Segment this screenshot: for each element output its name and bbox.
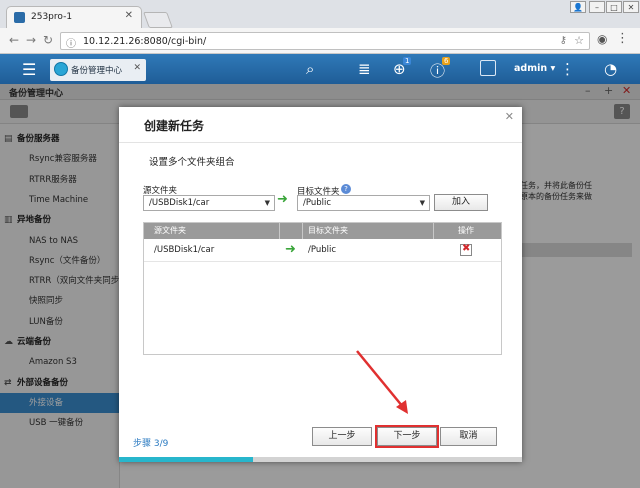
url-text: 10.12.21.26:8080/cgi-bin/	[83, 36, 207, 47]
chevron-down-icon: ▼	[419, 199, 425, 207]
hamburger-menu-icon[interactable]: ☰	[22, 60, 36, 79]
new-tab-button[interactable]	[143, 12, 173, 28]
table-header: 源文件夹 目标文件夹 操作	[144, 223, 501, 239]
close-tab-icon[interactable]: ✕	[125, 10, 133, 21]
dialog-header: 创建新任务 ✕	[119, 107, 522, 143]
dialog-close-icon[interactable]: ✕	[505, 110, 514, 123]
more-options-icon[interactable]: ⋮	[560, 60, 575, 78]
browser-tab[interactable]: 253pro-1 ✕	[6, 6, 142, 28]
forward-icon[interactable]: →	[26, 33, 36, 47]
reload-icon[interactable]: ↻	[43, 33, 53, 47]
next-button[interactable]: 下一步	[375, 425, 439, 448]
user-profile-icon[interactable]: 👤	[570, 1, 586, 13]
delete-x-icon: ✖	[462, 243, 471, 254]
target-folder-select[interactable]: /Public ▼	[297, 195, 430, 211]
chevron-down-icon: ▼	[264, 199, 270, 207]
tasks-stack-icon[interactable]: ≣	[358, 60, 371, 78]
progress-fill	[119, 457, 254, 462]
previous-button[interactable]: 上一步	[312, 427, 372, 446]
browser-tab-strip: 253pro-1 ✕ 👤 – □ ✕	[0, 0, 640, 28]
close-app-tab-icon[interactable]: ✕	[133, 63, 141, 73]
row-target: /Public	[308, 245, 337, 255]
minimize-icon[interactable]: –	[589, 1, 605, 13]
site-favicon-icon	[14, 12, 25, 23]
header-separator	[302, 223, 303, 239]
maximize-icon[interactable]: □	[606, 1, 622, 13]
step-indicator: 步骤 3/9	[133, 439, 169, 449]
dialog-title: 创建新任务	[144, 119, 205, 133]
header-source: 源文件夹	[154, 226, 186, 235]
add-button[interactable]: 加入	[434, 194, 488, 211]
info-badge: 6	[442, 57, 451, 65]
header-action: 操作	[458, 226, 474, 235]
folder-pairs-table: 源文件夹 目标文件夹 操作 /USBDisk1/car ➜ /Public ✖	[143, 222, 502, 355]
username-menu[interactable]: admin ▾	[514, 63, 555, 74]
extension-icon[interactable]: ◉	[597, 32, 607, 46]
address-bar: ← → ↻ ⓘ 10.12.21.26:8080/cgi-bin/ ⚷ ☆ ◉ …	[0, 28, 640, 54]
close-window-icon[interactable]: ✕	[623, 1, 639, 13]
dialog-subtitle: 设置多个文件夹组合	[149, 157, 235, 168]
page-info-icon[interactable]: ⓘ	[66, 35, 76, 50]
back-icon[interactable]: ←	[9, 33, 19, 47]
source-folder-value: /USBDisk1/car	[149, 198, 210, 208]
arrow-right-icon: ➜	[277, 192, 288, 207]
header-separator	[279, 223, 280, 239]
app-window-tab-label: 备份管理中心	[71, 66, 123, 76]
create-task-dialog: 创建新任务 ✕ 设置多个文件夹组合 源文件夹 /USBDisk1/car ▼ ➜…	[119, 107, 522, 462]
updates-icon[interactable]: ⊕ 1	[393, 57, 412, 78]
target-folder-value: /Public	[303, 198, 332, 208]
backup-station-icon	[54, 62, 68, 76]
delete-row-button[interactable]: ✖	[460, 243, 472, 256]
search-icon[interactable]: ⌕	[306, 60, 314, 78]
help-icon[interactable]: ?	[341, 184, 351, 194]
table-row[interactable]: /USBDisk1/car ➜ /Public ✖	[144, 240, 501, 262]
header-separator	[433, 223, 434, 239]
row-source: /USBDisk1/car	[154, 245, 215, 255]
key-icon[interactable]: ⚷	[560, 35, 567, 46]
progress-bar	[119, 457, 522, 462]
updates-badge: 1	[403, 57, 412, 65]
app-header: ☰ 备份管理中心 ✕ ⌕ ≣ ⊕ 1 ⓘ 6 admin ▾ ⋮ ◔	[0, 54, 640, 84]
info-icon[interactable]: ⓘ 6	[430, 57, 451, 81]
username-label: admin	[514, 63, 548, 74]
arrow-right-icon: ➜	[285, 242, 296, 257]
source-folder-select[interactable]: /USBDisk1/car ▼	[143, 195, 275, 211]
browser-tab-title: 253pro-1	[31, 12, 73, 22]
url-input[interactable]: ⓘ 10.12.21.26:8080/cgi-bin/ ⚷ ☆	[60, 32, 590, 50]
cancel-button[interactable]: 取消	[440, 427, 497, 446]
header-target: 目标文件夹	[308, 226, 348, 235]
user-avatar-icon[interactable]	[480, 60, 496, 76]
app-window-tab[interactable]: 备份管理中心 ✕	[50, 59, 146, 81]
bookmark-star-icon[interactable]: ☆	[574, 34, 584, 47]
dashboard-gauge-icon[interactable]: ◔	[604, 60, 617, 78]
menu-icon[interactable]: ⋮	[616, 31, 629, 46]
